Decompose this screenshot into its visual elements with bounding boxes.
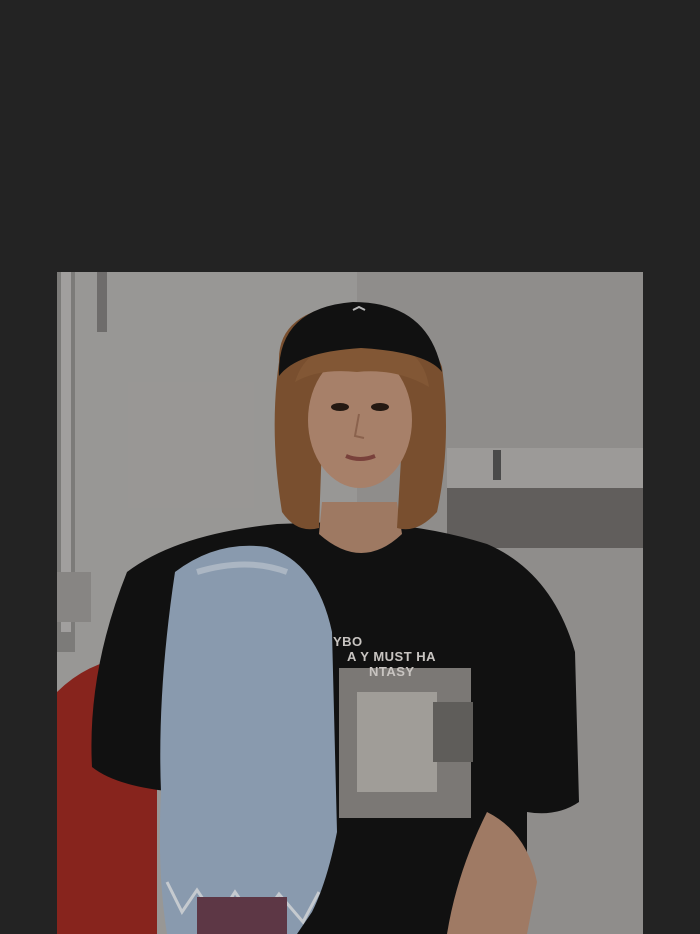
shirt-text-line-1: YBO — [333, 634, 363, 649]
wall-fixture — [57, 572, 91, 622]
shirt-print-shadow — [433, 702, 473, 762]
shelf-bracket — [493, 450, 501, 480]
shirt-print-figure — [357, 692, 437, 792]
photo: YBO A Y MUST HA NTASY — [57, 272, 643, 934]
shelf-shadow — [447, 488, 643, 548]
left-eye — [331, 403, 349, 411]
purple-layer — [197, 897, 287, 934]
shirt-text-line-2: A Y MUST HA — [347, 649, 436, 664]
jeans-knee — [159, 545, 337, 934]
top-edge — [97, 272, 107, 332]
photo-canvas: YBO A Y MUST HA NTASY — [57, 272, 643, 934]
wall-shelf — [447, 448, 643, 488]
right-eye — [371, 403, 389, 411]
shirt-text-line-3: NTASY — [369, 664, 415, 679]
